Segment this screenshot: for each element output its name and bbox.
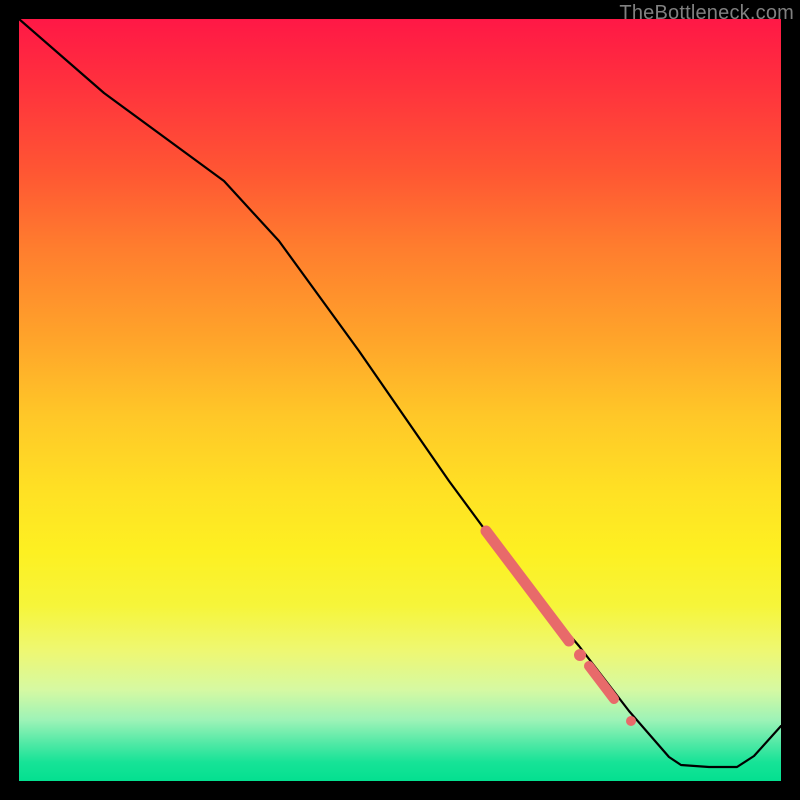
bottleneck-curve [19, 19, 781, 781]
chart-frame: TheBottleneck.com [0, 0, 800, 800]
plot-area [19, 19, 781, 781]
curve-path [19, 19, 781, 767]
watermark-text: TheBottleneck.com [619, 2, 794, 25]
highlight-segments [486, 531, 636, 726]
